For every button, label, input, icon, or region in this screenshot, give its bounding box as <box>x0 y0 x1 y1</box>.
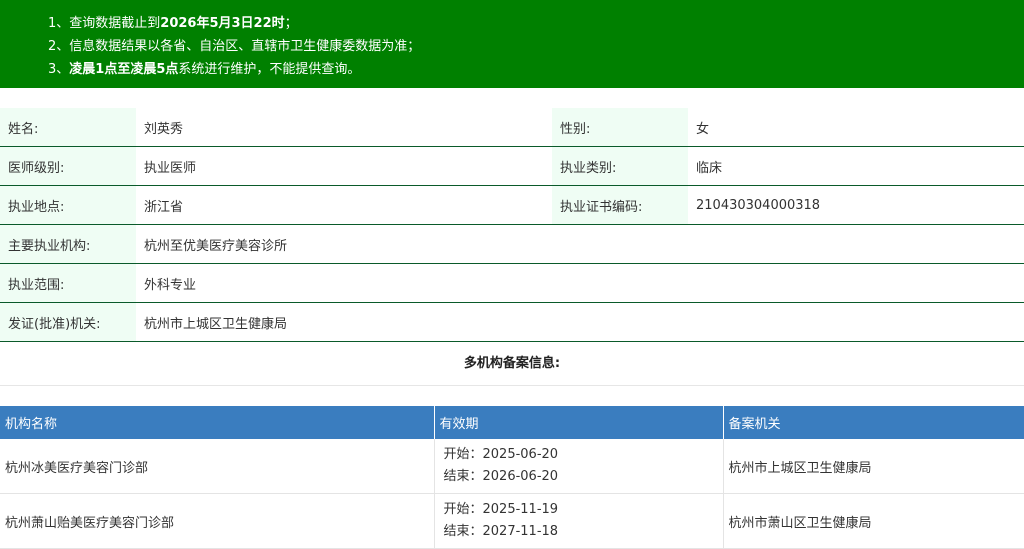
table-row: 杭州冰美医疗美容门诊部 开始：2025-06-20 结束：2026-06-20 … <box>0 439 1024 494</box>
record-authority: 杭州市萧山区卫生健康局 <box>723 493 1024 549</box>
record-period: 开始：2025-11-19 结束：2027-11-18 <box>434 493 724 549</box>
name-value: 刘英秀 <box>136 108 552 147</box>
record-authority: 杭州市上城区卫生健康局 <box>723 439 1024 494</box>
notice-maintenance-time: 凌晨1点至凌晨5点 <box>69 62 179 77</box>
name-label: 姓名: <box>0 108 136 147</box>
record-end: 结束：2026-06-20 <box>443 469 559 484</box>
cert-value: 210430304000318 <box>688 185 1024 225</box>
notice-banner: 1、查询数据截止到2026年5月3日22时； 2、信息数据结果以各省、自治区、直… <box>0 0 1024 88</box>
scope-label: 执业范围: <box>0 263 136 303</box>
location-label: 执业地点: <box>0 185 136 225</box>
notice-line-2: 2、信息数据结果以各省、自治区、直辖市卫生健康委数据为准； <box>48 39 421 54</box>
notice-text: 3、 <box>48 62 70 77</box>
org-label: 主要执业机构: <box>0 224 136 264</box>
record-period: 开始：2025-06-20 结束：2026-06-20 <box>434 439 724 494</box>
authority-label: 发证(批准)机关: <box>0 302 136 342</box>
info-row: 执业范围: 外科专业 <box>0 263 1024 303</box>
scope-value: 外科专业 <box>136 263 1024 303</box>
gender-label: 性别: <box>552 108 688 147</box>
category-label: 执业类别: <box>552 146 688 186</box>
info-row: 医师级别: 执业医师 执业类别: 临床 <box>0 146 1024 186</box>
notice-text: 1、查询数据截止到 <box>48 16 161 31</box>
authority-value: 杭州市上城区卫生健康局 <box>136 302 1024 342</box>
multi-org-table: 机构名称 有效期 备案机关 杭州冰美医疗美容门诊部 开始：2025-06-20 … <box>0 406 1024 549</box>
record-start: 开始：2025-11-19 <box>443 502 559 517</box>
notice-date: 2026年5月3日22时 <box>160 16 285 31</box>
record-org: 杭州冰美医疗美容门诊部 <box>0 439 435 494</box>
notice-line-1: 1、查询数据截止到2026年5月3日22时； <box>48 12 1024 35</box>
table-header-row: 机构名称 有效期 备案机关 <box>0 406 1024 439</box>
multi-org-title: 多机构备案信息: <box>0 343 1024 386</box>
location-value: 浙江省 <box>136 185 552 225</box>
notice-text: 系统进行维护，不能提供查询。 <box>178 62 361 77</box>
info-row: 姓名: 刘英秀 性别: 女 <box>0 108 1024 147</box>
level-value: 执业医师 <box>136 146 552 186</box>
doctor-info-table: 姓名: 刘英秀 性别: 女 医师级别: 执业医师 执业类别: 临床 执业地点: … <box>0 108 1024 342</box>
level-label: 医师级别: <box>0 146 136 186</box>
column-header-period: 有效期 <box>434 406 724 439</box>
category-value: 临床 <box>688 146 1024 186</box>
column-header-org: 机构名称 <box>0 406 435 439</box>
notice-line-3: 3、凌晨1点至凌晨5点系统进行维护，不能提供查询。 <box>48 58 1024 81</box>
column-header-authority: 备案机关 <box>723 406 1024 439</box>
org-value: 杭州至优美医疗美容诊所 <box>136 224 1024 264</box>
record-end: 结束：2027-11-18 <box>443 524 559 539</box>
record-org: 杭州萧山贻美医疗美容门诊部 <box>0 493 435 549</box>
info-row: 主要执业机构: 杭州至优美医疗美容诊所 <box>0 224 1024 264</box>
record-start: 开始：2025-06-20 <box>443 447 559 462</box>
info-row: 执业地点: 浙江省 执业证书编码: 210430304000318 <box>0 185 1024 225</box>
cert-label: 执业证书编码: <box>552 185 688 225</box>
table-row: 杭州萧山贻美医疗美容门诊部 开始：2025-11-19 结束：2027-11-1… <box>0 493 1024 549</box>
notice-text: ； <box>284 16 298 31</box>
info-row: 发证(批准)机关: 杭州市上城区卫生健康局 <box>0 302 1024 342</box>
gender-value: 女 <box>688 108 1024 147</box>
